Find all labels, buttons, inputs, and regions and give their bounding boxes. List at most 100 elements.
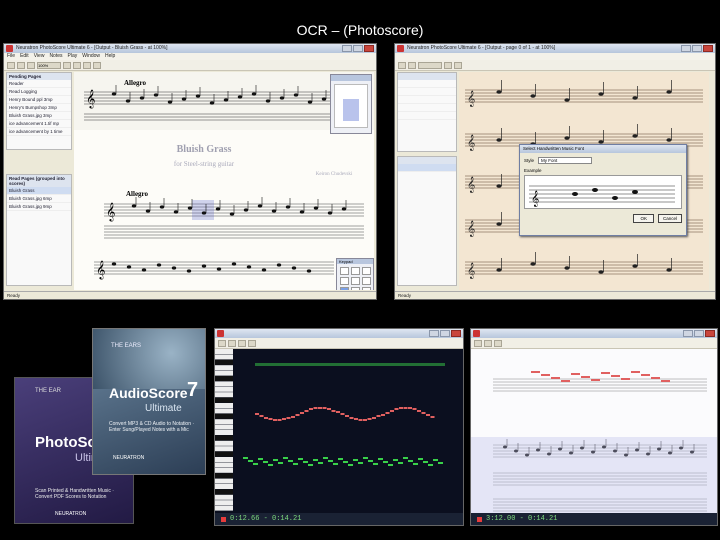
record-icon[interactable] [474,339,482,347]
minimize-button[interactable] [681,45,691,52]
pending-item[interactable]: ice advancement 1.tif mp [7,120,71,128]
pending-item[interactable]: Henry Bound ppl 3mp [7,96,71,104]
close-button[interactable] [364,45,374,52]
menu-edit[interactable]: Edit [20,53,29,60]
audioscore-edition: Ultimate [145,403,182,414]
pending-item[interactable] [398,104,456,112]
audioscore-window-2: 3:12.00 - 0:14.21 [470,328,718,526]
photoscore-main-window: Neuratron PhotoScore Ultimate 6 - [Outpu… [3,43,377,300]
menu-view[interactable]: View [34,53,45,60]
note-input-icon[interactable] [83,61,91,69]
menu-play[interactable]: Play [68,53,78,60]
audio2-staff-notes [471,371,717,513]
record-icon[interactable] [218,339,226,347]
scan-icon[interactable] [27,61,35,69]
stop-icon[interactable] [73,61,81,69]
audio2-transport: 3:12.00 - 0:14.21 [471,513,717,525]
minimize-button[interactable] [683,330,693,337]
app-icon [473,330,480,337]
read-page-item[interactable]: Bluish Grass.jpg 9mp [7,203,71,211]
menu-file[interactable]: File [7,53,15,60]
close-button[interactable] [705,330,715,337]
audio1-toolbar [215,338,463,349]
audioscore-tagline: Convert MP3 & CD Audio to Notation · Ent… [109,421,195,433]
pending-item[interactable] [398,88,456,96]
keypad-key[interactable] [362,277,371,285]
tempo-icon[interactable] [248,339,256,347]
pending-item[interactable] [398,80,456,88]
dialog-title: Select Handwritten Music Font [520,145,686,153]
piano-roll-1[interactable] [215,349,463,513]
keypad-panel: Keypad [336,258,374,290]
pending-item[interactable]: ice advancement by 1 time [7,128,71,136]
app-icon [217,330,224,337]
svg-text:𝄞: 𝄞 [531,191,539,207]
keypad-key[interactable] [340,287,349,290]
right-window-titlebar: Neuratron PhotoScore Ultimate 6 - [Outpu… [395,44,715,53]
pending-item[interactable]: Henry's Bumpshop 3mp [7,104,71,112]
pending-item[interactable]: Bluish Grass.jpg 3mp [7,112,71,120]
maximize-button[interactable] [353,45,363,52]
stop-icon[interactable] [494,339,502,347]
zoom-select[interactable]: 100% [37,61,61,69]
staff-scan: 𝄞 [84,85,364,121]
maximize-button[interactable] [694,330,704,337]
menu-notes[interactable]: Notes [49,53,62,60]
photoscore-maker: NEURATRON [55,511,87,517]
score-view[interactable]: Allegro 𝄞 Bluish Grass for Steel-string … [74,72,374,290]
menu-window[interactable]: Window [82,53,100,60]
zoom-select[interactable] [418,61,442,69]
main-window-title: Neuratron PhotoScore Ultimate 6 - [Outpu… [16,45,168,51]
play-icon[interactable] [444,61,452,69]
dialog-cancel-button[interactable]: Cancel [657,214,682,223]
close-button[interactable] [451,330,461,337]
keypad-key[interactable] [351,277,360,285]
read-page-item[interactable] [398,164,456,172]
keypad-key[interactable] [340,267,349,275]
slide-title: OCR – (Photoscore) [296,22,424,38]
close-button[interactable] [703,45,713,52]
read-page-item[interactable]: Bluish Grass.jpg 6mp [7,195,71,203]
main-statusbar: Ready [4,291,376,299]
stop-icon[interactable] [454,61,462,69]
audio1-timecode: 0:12.66 - 0:14.21 [230,515,302,523]
example-preview: 𝄞 [524,175,682,209]
read-page-item[interactable]: Bluish Grass [7,187,71,195]
audio2-score-view[interactable] [471,349,717,513]
save-icon[interactable] [17,61,25,69]
pending-item[interactable] [398,96,456,104]
right-read-panel [397,156,457,286]
maximize-button[interactable] [440,330,450,337]
stop-icon[interactable] [238,339,246,347]
keypad-key[interactable] [362,287,371,290]
dialog-ok-button[interactable]: OK [633,214,654,223]
style-select[interactable]: My Font [538,157,593,164]
pending-item[interactable] [398,112,456,120]
keypad-key[interactable] [351,267,360,275]
play-icon[interactable] [484,339,492,347]
play-icon[interactable] [63,61,71,69]
open-icon[interactable] [7,61,15,69]
menu-help[interactable]: Help [105,53,115,60]
minimize-button[interactable] [429,330,439,337]
keypad-key[interactable] [362,267,371,275]
open-icon[interactable] [398,61,406,69]
audioscore-maker: NEURATRON [113,455,145,461]
save-icon[interactable] [408,61,416,69]
audioscore-version: 7 [187,379,199,401]
svg-text:𝄞: 𝄞 [467,177,475,193]
play-icon[interactable] [228,339,236,347]
style-label: Style [524,158,535,163]
score-subtitle: for Steel-string guitar [173,160,235,168]
minimize-button[interactable] [342,45,352,52]
pending-item[interactable]: Read Logging [7,88,71,96]
photoscore-handwritten-window: Neuratron PhotoScore Ultimate 6 - [Outpu… [394,43,716,300]
right-toolbar [395,60,715,71]
pending-item[interactable]: Reader [7,80,71,88]
audioscore-window-1: 0:12.66 - 0:14.21 [214,328,464,526]
maximize-button[interactable] [692,45,702,52]
audioscore-box: THE EARS AudioScore 7 Ultimate Convert M… [92,328,206,475]
keypad-key[interactable] [340,277,349,285]
transpose-icon[interactable] [93,61,101,69]
keypad-key[interactable] [351,287,360,290]
